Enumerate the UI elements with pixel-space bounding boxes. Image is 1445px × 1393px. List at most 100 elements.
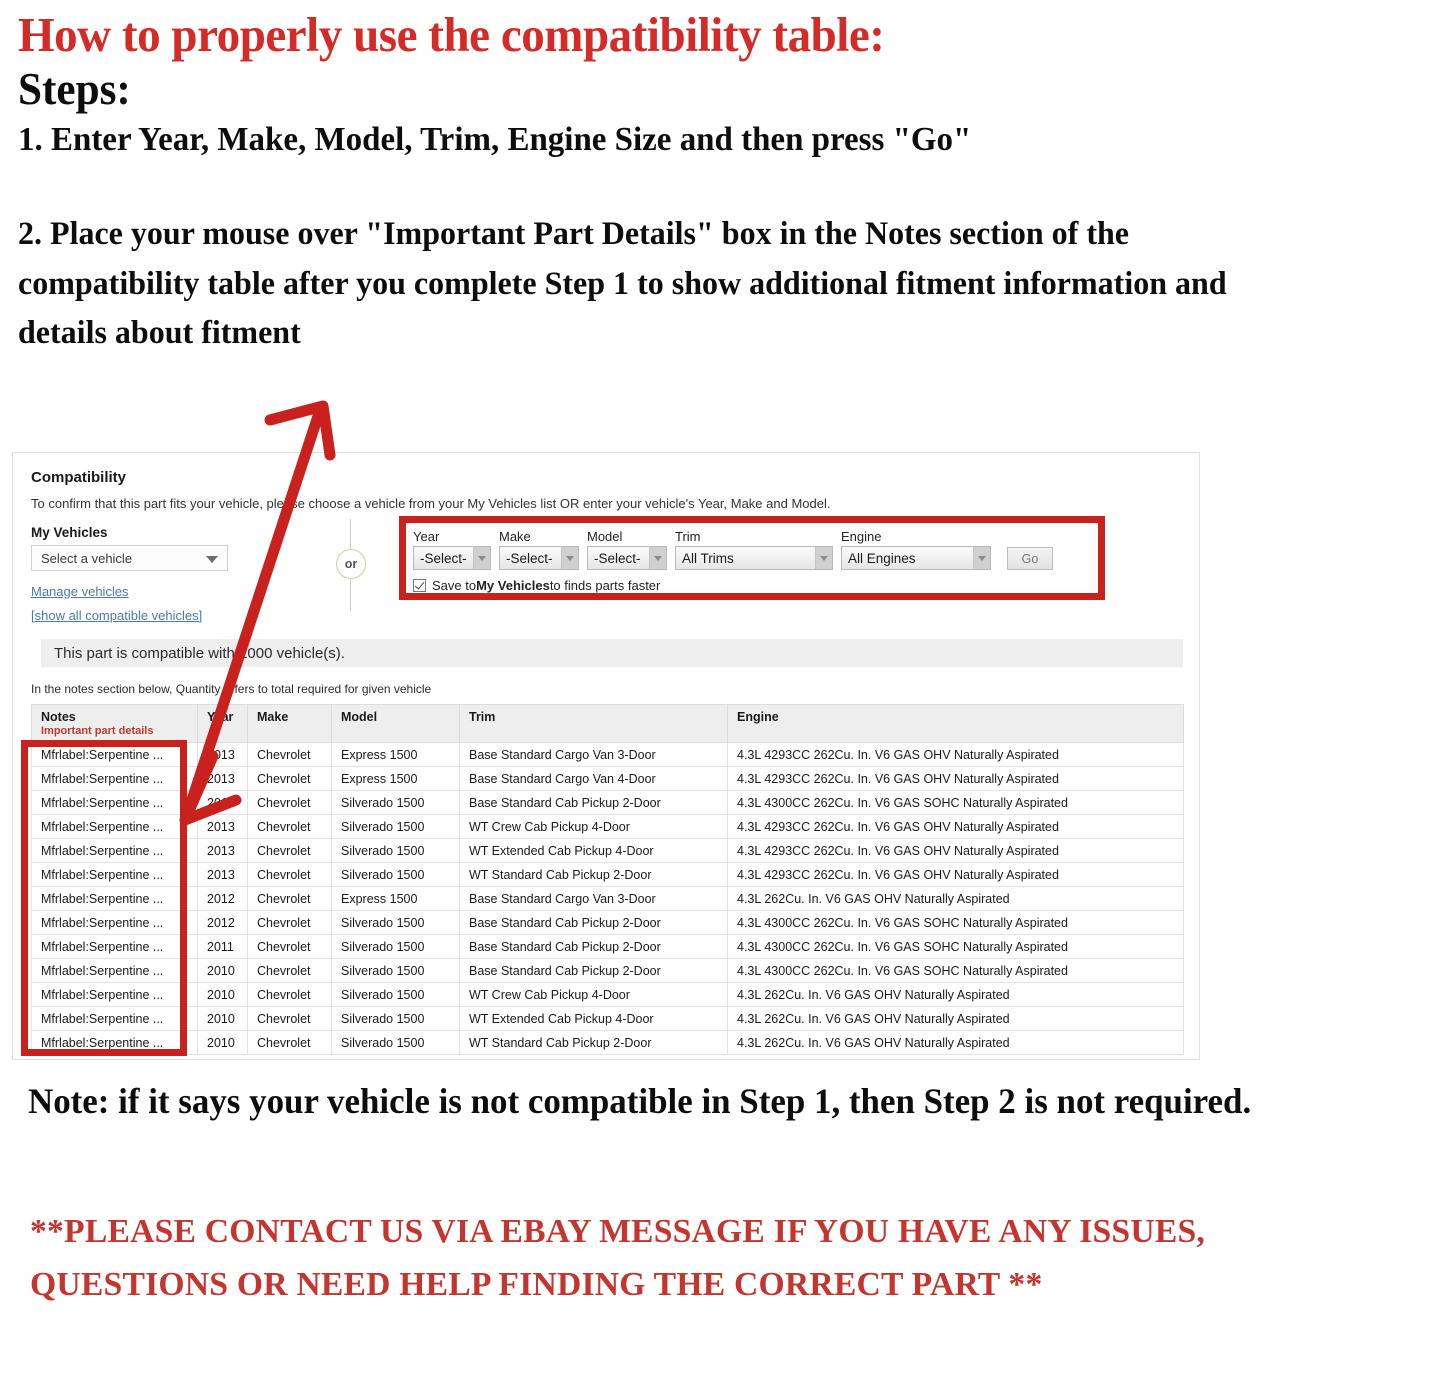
col-header-engine: Engine — [727, 704, 1184, 743]
cell-notes[interactable]: Mfrlabel:Serpentine ... — [31, 958, 198, 983]
cell-year: 2010 — [197, 1006, 248, 1031]
cell-model: Silverado 1500 — [331, 982, 460, 1007]
make-field: Make -Select- — [499, 529, 579, 570]
fitment-table: Notes Important part details Year Make M… — [31, 704, 1184, 1055]
col-header-model: Model — [331, 704, 460, 743]
cell-make: Chevrolet — [247, 910, 332, 935]
cell-trim: WT Extended Cab Pickup 4-Door — [459, 1006, 728, 1031]
or-separator: or — [329, 519, 373, 611]
cell-model: Silverado 1500 — [331, 934, 460, 959]
model-select-value: -Select- — [594, 550, 641, 566]
manage-vehicles-link[interactable]: Manage vehicles — [31, 584, 261, 599]
notes-quantity-hint: In the notes section below, Quantity ref… — [31, 682, 432, 696]
my-vehicles-selected-value: Select a vehicle — [41, 550, 133, 566]
cell-year: 2013 — [197, 790, 248, 815]
engine-field: Engine All Engines — [841, 529, 991, 570]
col-header-year: Year — [197, 704, 248, 743]
fitment-table-header-row: Notes Important part details Year Make M… — [31, 704, 1184, 743]
instructions-block: How to properly use the compatibility ta… — [0, 0, 1445, 359]
model-field: Model -Select- — [587, 529, 667, 570]
table-row: Mfrlabel:Serpentine ... 2012 Chevrolet Expr… — [31, 886, 1184, 911]
my-vehicles-select[interactable]: Select a vehicle — [31, 545, 228, 571]
engine-select[interactable]: All Engines — [841, 546, 991, 570]
model-label: Model — [587, 529, 623, 544]
cell-year: 2010 — [197, 1030, 248, 1055]
col-header-notes-label: Notes — [41, 710, 76, 724]
cell-notes[interactable]: Mfrlabel:Serpentine ... — [31, 766, 198, 791]
chevron-down-icon — [561, 547, 578, 569]
cell-model: Silverado 1500 — [331, 790, 460, 815]
cell-engine: 4.3L 4293CC 262Cu. In. V6 GAS OHV Natura… — [727, 814, 1184, 839]
cell-model: Silverado 1500 — [331, 814, 460, 839]
year-select-value: -Select- — [420, 550, 467, 566]
cell-trim: Base Standard Cargo Van 3-Door — [459, 886, 728, 911]
cell-notes[interactable]: Mfrlabel:Serpentine ... — [31, 790, 198, 815]
cell-notes[interactable]: Mfrlabel:Serpentine ... — [31, 862, 198, 887]
cell-notes[interactable]: Mfrlabel:Serpentine ... — [31, 1030, 198, 1055]
cell-engine: 4.3L 262Cu. In. V6 GAS OHV Naturally Asp… — [727, 982, 1184, 1007]
save-suffix-text: to finds parts faster — [549, 578, 661, 593]
cell-trim: Base Standard Cab Pickup 2-Door — [459, 910, 728, 935]
model-select[interactable]: -Select- — [587, 546, 667, 570]
cell-year: 2010 — [197, 982, 248, 1007]
cell-trim: Base Standard Cargo Van 4-Door — [459, 766, 728, 791]
chevron-down-icon — [206, 556, 218, 563]
step-one-text: 1. Enter Year, Make, Model, Trim, Engine… — [18, 121, 972, 159]
cell-make: Chevrolet — [247, 1030, 332, 1055]
table-row: Mfrlabel:Serpentine ... 2013 Chevrolet Expr… — [31, 766, 1184, 791]
cell-trim: Base Standard Cab Pickup 2-Door — [459, 790, 728, 815]
compatibility-panel: Compatibility To confirm that this part … — [12, 452, 1200, 1060]
chevron-down-icon — [473, 547, 490, 569]
cell-engine: 4.3L 4300CC 262Cu. In. V6 GAS SOHC Natur… — [727, 790, 1184, 815]
cell-notes[interactable]: Mfrlabel:Serpentine ... — [31, 982, 198, 1007]
page-title: How to properly use the compatibility ta… — [18, 7, 885, 62]
trim-select-value: All Trims — [682, 550, 734, 566]
cell-engine: 4.3L 4293CC 262Cu. In. V6 GAS OHV Natura… — [727, 766, 1184, 791]
save-to-my-vehicles-checkbox[interactable] — [413, 579, 426, 592]
year-label: Year — [413, 529, 440, 544]
contact-note-text: **PLEASE CONTACT US VIA EBAY MESSAGE IF … — [30, 1213, 1206, 1303]
chevron-down-icon — [649, 547, 666, 569]
save-bold-text: My Vehicles — [476, 578, 550, 593]
cell-notes[interactable]: Mfrlabel:Serpentine ... — [31, 934, 198, 959]
cell-notes[interactable]: Mfrlabel:Serpentine ... — [31, 886, 198, 911]
cell-notes[interactable]: Mfrlabel:Serpentine ... — [31, 742, 198, 767]
go-button[interactable]: Go — [1007, 547, 1053, 570]
chevron-down-icon — [815, 547, 832, 569]
save-to-my-vehicles-row[interactable]: Save to My Vehicles to finds parts faste… — [413, 578, 1103, 593]
trim-field: Trim All Trims — [675, 529, 833, 570]
make-select[interactable]: -Select- — [499, 546, 579, 570]
cell-year: 2010 — [197, 958, 248, 983]
or-separator-label: or — [336, 549, 366, 579]
cell-make: Chevrolet — [247, 742, 332, 767]
vehicle-chooser: My Vehicles Select a vehicle Manage vehi… — [31, 516, 1181, 617]
cell-model: Silverado 1500 — [331, 862, 460, 887]
annotation-arrow-head-top — [264, 400, 336, 461]
cell-make: Chevrolet — [247, 790, 332, 815]
cell-make: Chevrolet — [247, 958, 332, 983]
cell-trim: WT Standard Cab Pickup 2-Door — [459, 862, 728, 887]
my-vehicles-column: My Vehicles Select a vehicle Manage vehi… — [31, 525, 261, 599]
fitment-table-body: Mfrlabel:Serpentine ... 2013 Chevrolet Expr… — [31, 742, 1184, 1055]
cell-notes[interactable]: Mfrlabel:Serpentine ... — [31, 1006, 198, 1031]
table-row: Mfrlabel:Serpentine ... 2013 Chevrolet Silv… — [31, 790, 1184, 815]
cell-engine: 4.3L 262Cu. In. V6 GAS OHV Naturally Asp… — [727, 886, 1184, 911]
cell-model: Silverado 1500 — [331, 910, 460, 935]
cell-engine: 4.3L 4300CC 262Cu. In. V6 GAS SOHC Natur… — [727, 910, 1184, 935]
trim-select[interactable]: All Trims — [675, 546, 833, 570]
table-row: Mfrlabel:Serpentine ... 2012 Chevrolet Silv… — [31, 910, 1184, 935]
cell-engine: 4.3L 4293CC 262Cu. In. V6 GAS OHV Natura… — [727, 862, 1184, 887]
table-row: Mfrlabel:Serpentine ... 2010 Chevrolet Silv… — [31, 958, 1184, 983]
cell-notes[interactable]: Mfrlabel:Serpentine ... — [31, 838, 198, 863]
save-prefix-text: Save to — [432, 578, 477, 593]
cell-year: 2011 — [197, 934, 248, 959]
cell-make: Chevrolet — [247, 934, 332, 959]
cell-year: 2013 — [197, 766, 248, 791]
col-header-trim: Trim — [459, 704, 728, 743]
cell-notes[interactable]: Mfrlabel:Serpentine ... — [31, 910, 198, 935]
year-select[interactable]: -Select- — [413, 546, 491, 570]
cell-trim: WT Standard Cab Pickup 2-Door — [459, 1030, 728, 1055]
show-all-compatible-vehicles-link[interactable]: [show all compatible vehicles] — [31, 608, 202, 623]
steps-label: Steps: — [18, 63, 131, 114]
cell-notes[interactable]: Mfrlabel:Serpentine ... — [31, 814, 198, 839]
